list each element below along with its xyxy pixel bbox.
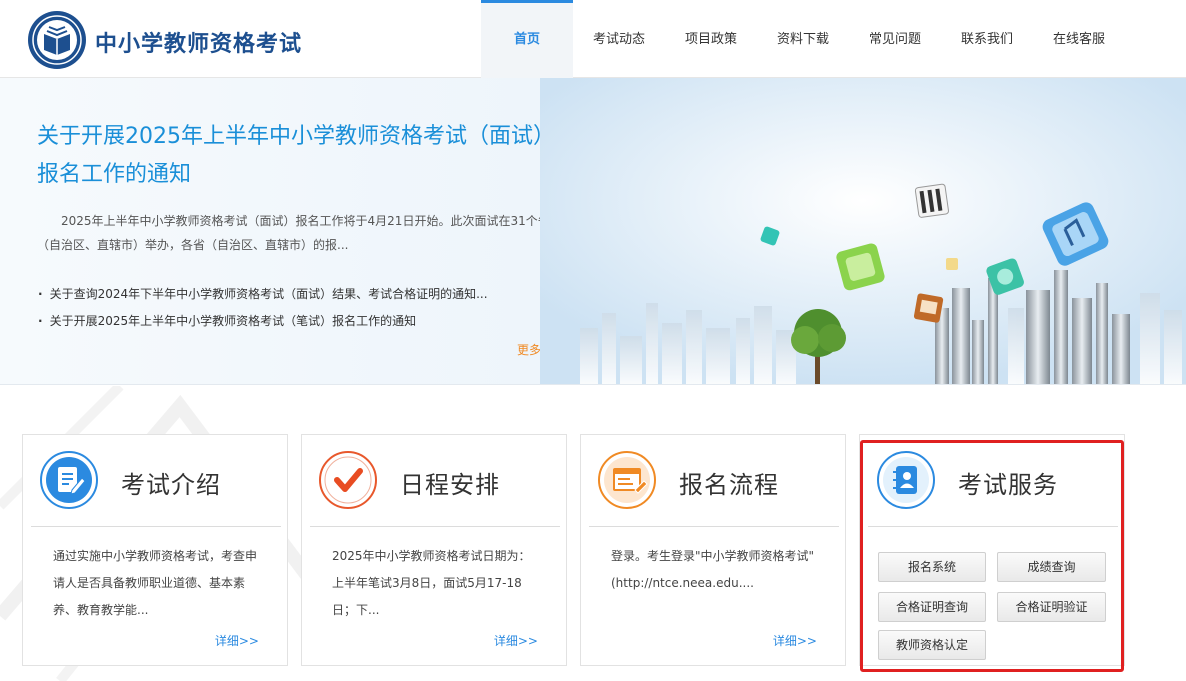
card-header: 考试介绍 <box>31 435 281 527</box>
registration-process-card: 报名流程 登录。考生登录"中小学教师资格考试"(http://ntce.neea… <box>580 434 846 666</box>
news-link[interactable]: · 关于查询2024年下半年中小学教师资格考试（面试）结果、考试合格证明的通知..… <box>38 281 558 308</box>
nav-faq[interactable]: 常见问题 <box>849 0 941 78</box>
nav-policy[interactable]: 项目政策 <box>665 0 757 78</box>
nav-exam-news[interactable]: 考试动态 <box>573 0 665 78</box>
headline-summary: 2025年上半年中小学教师资格考试（面试）报名工作将于4月21日开始。此次面试在… <box>37 214 550 252</box>
registration-system-button[interactable]: 报名系统 <box>878 552 986 582</box>
detail-link[interactable]: 详细>> <box>215 632 259 649</box>
certificate-verify-button[interactable]: 合格证明验证 <box>997 592 1106 622</box>
card-title[interactable]: 日程安排 <box>400 465 500 500</box>
headline-link[interactable]: 关于开展2025年上半年中小学教师资格考试（面试）报名工作的通知 <box>37 118 547 194</box>
nav-online-service[interactable]: 在线客服 <box>1033 0 1125 78</box>
site-header: 中小学教师资格考试 首页 考试动态 项目政策 资料下载 常见问题 联系我们 在线… <box>0 0 1186 78</box>
news-banner: 关于开展2025年上半年中小学教师资格考试（面试）报名工作的通知 2025年上半… <box>0 78 1186 385</box>
detail-link[interactable]: 详细>> <box>494 632 538 649</box>
checkmark-icon <box>319 451 377 509</box>
certificate-query-button[interactable]: 合格证明查询 <box>878 592 986 622</box>
news-link-text: 关于开展2025年上半年中小学教师资格考试（笔试）报名工作的通知 <box>49 314 417 328</box>
browser-window-icon <box>598 451 656 509</box>
card-header: 报名流程 <box>589 435 839 527</box>
card-description: 登录。考生登录"中小学教师资格考试"(http://ntce.neea.edu.… <box>611 549 815 590</box>
card-description: 2025年中小学教师资格考试日期为：上半年笔试3月8日，面试5月17-18日；下… <box>332 549 531 617</box>
clipboard-edit-icon <box>40 451 98 509</box>
site-title[interactable]: 中小学教师资格考试 <box>95 26 302 58</box>
exam-intro-card: 考试介绍 通过实施中小学教师资格考试，考查申请人是否具备教师职业道德、基本素养、… <box>22 434 288 666</box>
teacher-certification-button[interactable]: 教师资格认定 <box>878 630 986 660</box>
schedule-card: 日程安排 2025年中小学教师资格考试日期为：上半年笔试3月8日，面试5月17-… <box>301 434 567 666</box>
bullet: · <box>38 314 43 328</box>
contact-book-icon <box>877 451 935 509</box>
nav-home[interactable]: 首页 <box>481 0 573 78</box>
score-query-button[interactable]: 成绩查询 <box>997 552 1106 582</box>
card-description: 通过实施中小学教师资格考试，考查申请人是否具备教师职业道德、基本素养、教育教学能… <box>53 549 258 617</box>
nav-contact[interactable]: 联系我们 <box>941 0 1033 78</box>
banner-illustration <box>540 78 1186 384</box>
detail-link[interactable]: 详细>> <box>773 632 817 649</box>
news-link-text: 关于查询2024年下半年中小学教师资格考试（面试）结果、考试合格证明的通知... <box>49 287 488 301</box>
bullet: · <box>38 287 43 301</box>
nav-downloads[interactable]: 资料下载 <box>757 0 849 78</box>
card-title[interactable]: 考试介绍 <box>121 465 221 500</box>
card-header: 日程安排 <box>310 435 560 527</box>
main-nav: 首页 考试动态 项目政策 资料下载 常见问题 联系我们 在线客服 <box>481 0 1125 78</box>
book-emblem-icon[interactable] <box>27 10 87 70</box>
news-list: · 关于查询2024年下半年中小学教师资格考试（面试）结果、考试合格证明的通知..… <box>38 281 558 335</box>
news-link[interactable]: · 关于开展2025年上半年中小学教师资格考试（笔试）报名工作的通知 <box>38 308 558 335</box>
card-title[interactable]: 考试服务 <box>958 465 1058 500</box>
card-header: 考试服务 <box>868 435 1118 527</box>
card-title[interactable]: 报名流程 <box>679 465 779 500</box>
exam-services-card: 考试服务 报名系统 成绩查询 合格证明查询 合格证明验证 教师资格认定 <box>859 434 1125 666</box>
